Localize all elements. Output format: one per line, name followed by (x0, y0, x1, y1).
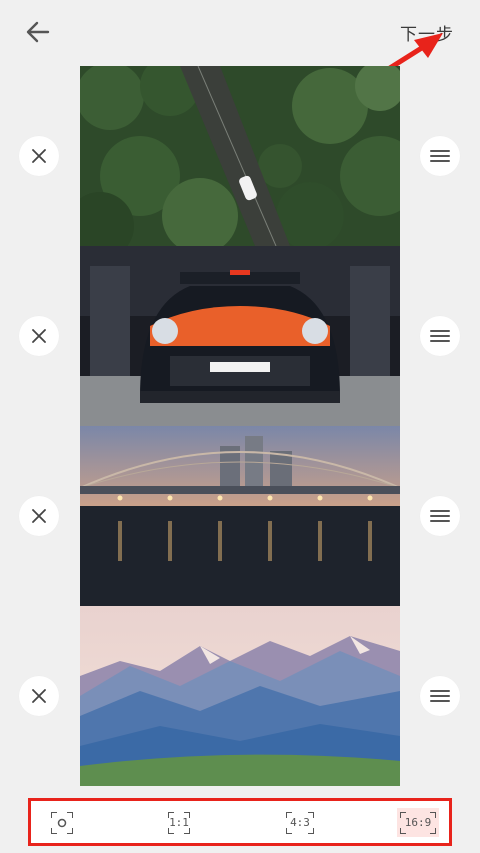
ratio-1-1-label: 1:1 (169, 816, 189, 829)
drag-handle-icon (430, 510, 450, 522)
arrow-left-icon (26, 21, 50, 43)
photo-row (0, 426, 480, 606)
remove-photo-button[interactable] (19, 316, 59, 356)
next-step-button[interactable]: 下一步 (400, 20, 454, 45)
ratio-1-1-button[interactable]: 1:1 (164, 808, 194, 837)
ratio-frame: 16:9 (400, 811, 436, 834)
photo-row (0, 606, 480, 786)
photo-row (0, 66, 480, 246)
original-frame-icon (51, 811, 73, 834)
ratio-16-9-button[interactable]: 16:9 (397, 808, 439, 837)
ratio-original-button[interactable] (47, 808, 77, 837)
remove-photo-button[interactable] (19, 676, 59, 716)
close-icon (32, 509, 46, 523)
drag-handle-icon (430, 150, 450, 162)
close-icon (32, 149, 46, 163)
forest-road-image (80, 66, 400, 246)
remove-photo-button[interactable] (19, 136, 59, 176)
aspect-ratio-bar: 1:1 4:3 16:9 (28, 798, 452, 846)
ratio-4-3-label: 4:3 (290, 816, 310, 829)
top-bar: 下一步 (0, 0, 480, 64)
drag-handle-icon (430, 690, 450, 702)
photo-mountains[interactable] (80, 606, 400, 786)
photo-list (0, 66, 480, 786)
back-button[interactable] (20, 16, 56, 48)
photo-row (0, 246, 480, 426)
drag-handle-button[interactable] (420, 496, 460, 536)
ratio-frame: 4:3 (286, 811, 314, 834)
race-car-image (80, 246, 400, 426)
close-icon (32, 689, 46, 703)
photo-race-car[interactable] (80, 246, 400, 426)
drag-handle-button[interactable] (420, 676, 460, 716)
ratio-4-3-button[interactable]: 4:3 (283, 808, 317, 837)
ratio-frame: 1:1 (168, 811, 190, 834)
remove-photo-button[interactable] (19, 496, 59, 536)
photo-bridge-night[interactable] (80, 426, 400, 606)
bridge-night-image (80, 426, 400, 606)
close-icon (32, 329, 46, 343)
drag-handle-button[interactable] (420, 136, 460, 176)
photo-forest-road[interactable] (80, 66, 400, 246)
mountains-image (80, 606, 400, 786)
drag-handle-icon (430, 330, 450, 342)
drag-handle-button[interactable] (420, 316, 460, 356)
ratio-16-9-label: 16:9 (404, 816, 432, 829)
